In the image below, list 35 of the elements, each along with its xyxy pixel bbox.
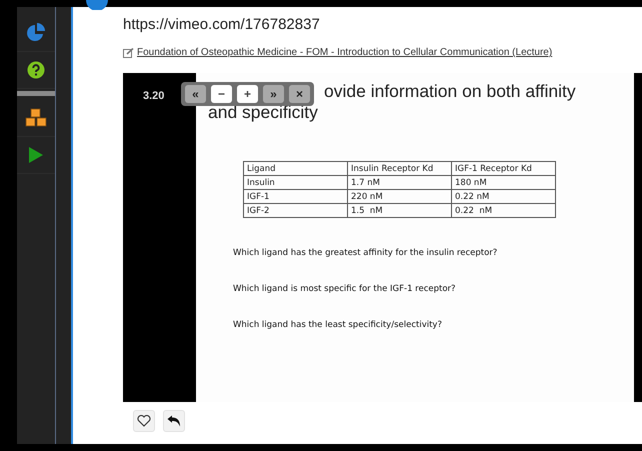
toolbar-button[interactable]: » — [263, 85, 284, 103]
reply-button[interactable] — [163, 410, 185, 432]
table-cell: 1.7 nM — [348, 176, 452, 190]
play-icon[interactable] — [28, 146, 44, 164]
question-text: Which ligand is most specific for the IGF-1 receptor? — [233, 284, 456, 294]
column-header: IGF-1 Receptor Kd — [452, 162, 556, 176]
table-cell: 220 nM — [348, 190, 452, 204]
table-cell: IGF-1 — [244, 190, 348, 204]
question-text: Which ligand has the least specificity/selectivity? — [233, 320, 442, 330]
toolbar-button[interactable]: + — [237, 85, 258, 103]
lecture-link[interactable]: Foundation of Osteopathic Medicine - FOM - Introduction to Cellular Communication (Lecture) — [137, 47, 552, 58]
boxes-icon[interactable] — [25, 108, 47, 128]
help-icon[interactable] — [27, 61, 45, 79]
table-cell: IGF-2 — [244, 204, 348, 218]
video-url: https://vimeo.com/176782837 — [123, 16, 321, 35]
like-button[interactable] — [133, 410, 155, 432]
slide-title: ovide information on both affinity — [324, 81, 576, 102]
column-header: Insulin Receptor Kd — [348, 162, 452, 176]
table-cell: 1.5 nM — [348, 204, 452, 218]
slide-number: 3.20 — [143, 90, 164, 102]
table-cell: 0.22 nM — [452, 204, 556, 218]
slide-title: and specificity — [208, 102, 318, 123]
heart-icon — [137, 415, 151, 427]
edit-icon — [123, 48, 134, 58]
toolbar-button[interactable]: × — [289, 85, 310, 103]
toolbar-button[interactable]: − — [211, 85, 232, 103]
table-cell: Insulin — [244, 176, 348, 190]
column-header: Ligand — [244, 162, 348, 176]
toolbar-button[interactable]: « — [185, 85, 206, 103]
pie-chart-icon[interactable] — [26, 23, 46, 43]
reply-icon — [167, 415, 181, 427]
question-text: Which ligand has the greatest affinity for the insulin receptor? — [233, 248, 498, 258]
avatar-icon — [86, 0, 108, 10]
table-cell: 180 nM — [452, 176, 556, 190]
table-cell: 0.22 nM — [452, 190, 556, 204]
